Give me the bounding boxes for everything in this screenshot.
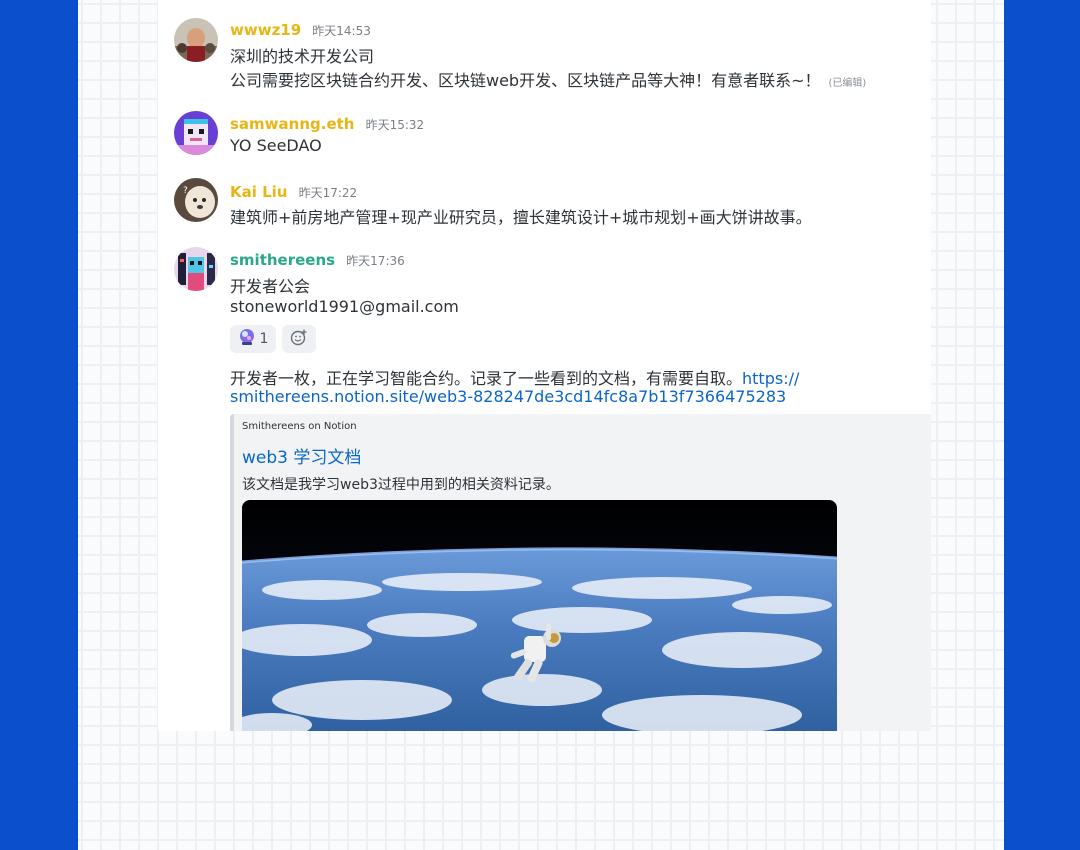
username[interactable]: smithereens — [230, 251, 335, 269]
notion-link[interactable]: https:// — [742, 369, 799, 388]
message-header: samwanng.eth 昨天15:32 — [230, 114, 424, 133]
message-text: 深圳的技术开发公司 — [230, 47, 375, 66]
message-text-content: 公司需要挖区块链合约开发、区块链web开发、区块链产品等大神！有意者联系~！ — [230, 71, 821, 90]
avatar-kai-liu[interactable]: ? — [174, 178, 218, 222]
message-text: 开发者一枚，正在学习智能合约。记录了一些看到的文档，有需要自取。https:// — [230, 365, 799, 389]
avatar-smithereens[interactable] — [174, 247, 218, 291]
timestamp: 昨天15:32 — [365, 118, 425, 132]
avatar-samwanng[interactable] — [174, 111, 218, 155]
username[interactable]: Kai Liu — [230, 183, 288, 201]
embed-provider[interactable]: Smithereens on Notion — [242, 421, 357, 432]
embed-image-astronaut[interactable] — [242, 500, 837, 731]
username[interactable]: samwanng.eth — [230, 115, 354, 133]
message-header: Kai Liu 昨天17:22 — [230, 182, 357, 201]
message-text: 公司需要挖区块链合约开发、区块链web开发、区块链产品等大神！有意者联系~！ (已… — [230, 67, 866, 91]
svg-text:?: ? — [183, 186, 188, 196]
chat-message-list: wwwz19 昨天14:53 深圳的技术开发公司 公司需要挖区块链合约开发、区块… — [158, 0, 931, 731]
timestamp: 昨天14:53 — [312, 24, 371, 38]
timestamp: 昨天17:36 — [346, 254, 405, 268]
message-link-line: smithereens.notion.site/web3-828247de3cd… — [230, 387, 786, 406]
message-text: stoneworld1991@gmail.com — [230, 297, 459, 316]
timestamp: 昨天17:22 — [298, 186, 358, 200]
reaction-count: 1 — [259, 331, 269, 347]
embed-title[interactable]: web3 学习文档 — [242, 443, 361, 468]
message-text: YO SeeDAO — [230, 136, 322, 155]
avatar-wwwz19[interactable] — [174, 18, 218, 62]
notion-link-continued[interactable]: smithereens.notion.site/web3-828247de3cd… — [230, 387, 786, 406]
crystal-ball-icon — [238, 328, 256, 350]
message-text: 开发者公会 — [230, 277, 311, 296]
username[interactable]: wwwz19 — [230, 21, 301, 39]
add-reaction-button[interactable] — [282, 325, 316, 353]
edited-indicator: (已编辑) — [828, 78, 867, 89]
message-text-content: 开发者一枚，正在学习智能合约。记录了一些看到的文档，有需要自取。 — [230, 369, 743, 388]
link-embed-card: Smithereens on Notion web3 学习文档 该文档是我学习w… — [230, 414, 931, 731]
message-header: smithereens 昨天17:36 — [230, 250, 405, 269]
message-header: wwwz19 昨天14:53 — [230, 20, 371, 39]
message-text: 建筑师+前房地产管理+现产业研究员，擅长建筑设计+城市规划+画大饼讲故事。 — [230, 208, 812, 227]
reaction-crystal-ball[interactable]: 1 — [230, 325, 276, 353]
embed-description: 该文档是我学习web3过程中用到的相关资料记录。 — [242, 477, 560, 493]
add-reaction-icon — [290, 328, 308, 350]
